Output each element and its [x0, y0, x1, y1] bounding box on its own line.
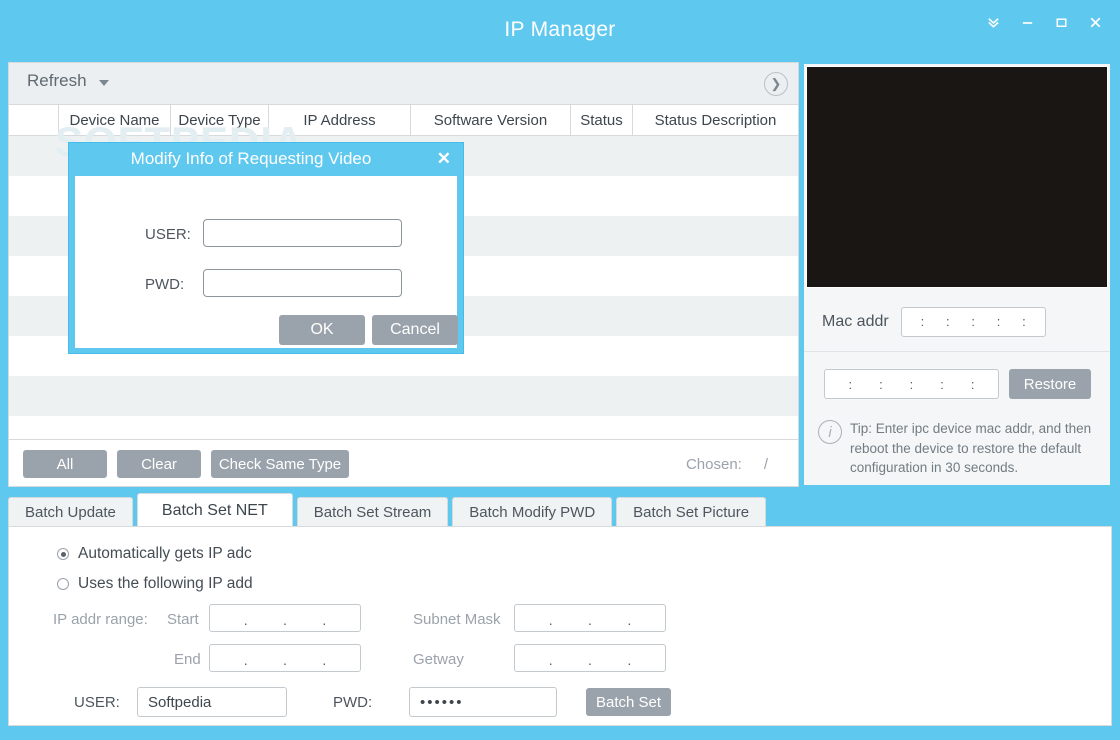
refresh-button[interactable]: Refresh — [27, 71, 109, 91]
video-preview[interactable] — [806, 66, 1108, 288]
batch-set-net-pane: Automatically gets IP adc Uses the follo… — [8, 526, 1112, 726]
pwd-input[interactable]: •••••• — [409, 687, 557, 717]
dialog-pwd-label: PWD: — [145, 276, 185, 293]
subnet-mask-label: Subnet Mask — [413, 611, 501, 628]
radio-auto-ip-label: Automatically gets IP adc — [78, 545, 252, 562]
maximize-icon[interactable] — [1044, 8, 1078, 36]
radio-auto-ip-row[interactable]: Automatically gets IP adc — [57, 545, 252, 563]
toolbar: Refresh ❯ — [9, 63, 798, 105]
restore-button[interactable]: Restore — [1009, 369, 1091, 399]
user-label: USER: — [74, 694, 120, 711]
window-controls — [976, 8, 1112, 36]
dialog-pwd-input[interactable] — [203, 269, 402, 297]
mac-separator: : — [945, 314, 950, 329]
tip-text: Tip: Enter ipc device mac addr, and then… — [850, 421, 1092, 476]
mac-separator: : — [940, 376, 944, 392]
collapse-icon[interactable] — [976, 8, 1010, 36]
ip-range-label: IP addr range: — [53, 611, 148, 628]
table-row[interactable] — [9, 416, 798, 439]
page-title: IP Manager — [504, 18, 616, 41]
radio-static-ip-label: Uses the following IP add — [78, 575, 253, 592]
selection-bar: All Clear Check Same Type Chosen: / — [9, 439, 798, 486]
column-header-device-type[interactable]: Device Type — [171, 105, 269, 136]
column-header-status-description[interactable]: Status Description — [633, 105, 798, 136]
tab-batch-set-net[interactable]: Batch Set NET — [136, 493, 293, 527]
device-detail-panel: Mac addr : : : : : : : : : : Restore i T… — [802, 62, 1112, 487]
tab-batch-modify-pwd[interactable]: Batch Modify PWD — [452, 497, 613, 527]
mac-separator: : — [970, 376, 975, 392]
mac-separator: : — [920, 314, 925, 329]
info-icon: i — [818, 420, 842, 444]
column-header-checkbox[interactable] — [9, 105, 59, 136]
pwd-label: PWD: — [333, 694, 373, 711]
user-input[interactable]: Softpedia — [137, 687, 287, 717]
select-all-button[interactable]: All — [23, 450, 107, 478]
column-header-software-version[interactable]: Software Version — [411, 105, 571, 136]
ok-button[interactable]: OK — [279, 315, 365, 345]
mac-addr-input[interactable]: : : : : : — [900, 306, 1046, 337]
radio-static-ip[interactable] — [57, 578, 69, 590]
clear-selection-button[interactable]: Clear — [117, 450, 201, 478]
ip-start-input[interactable]: . . . — [209, 604, 361, 632]
table-row[interactable] — [9, 376, 798, 416]
dialog-title: Modify Info of Requesting Video — [130, 149, 372, 168]
restore-mac-input[interactable]: : : : : : — [824, 369, 999, 399]
ip-manager-window: IP Manager Refresh ❯ Device Name Device … — [0, 0, 1120, 740]
mac-separator: : — [909, 376, 914, 392]
radio-static-ip-row[interactable]: Uses the following IP add — [57, 575, 253, 593]
chevron-down-icon[interactable] — [98, 79, 109, 86]
mac-addr-row: Mac addr : : : : : — [804, 292, 1110, 352]
start-label: Start — [167, 611, 199, 628]
check-same-type-button[interactable]: Check Same Type — [211, 450, 349, 478]
dialog-user-label: USER: — [145, 226, 191, 243]
cancel-button[interactable]: Cancel — [372, 315, 458, 345]
tab-batch-set-picture[interactable]: Batch Set Picture — [616, 497, 767, 527]
ip-end-input[interactable]: . . . — [209, 644, 361, 672]
batch-set-button[interactable]: Batch Set — [586, 688, 671, 716]
column-header-status[interactable]: Status — [571, 105, 633, 136]
getway-label: Getway — [413, 651, 464, 668]
mac-separator: : — [971, 314, 975, 329]
subnet-mask-input[interactable]: . . . — [514, 604, 666, 632]
mac-separator: : — [1022, 314, 1026, 329]
tab-batch-update[interactable]: Batch Update — [8, 497, 133, 527]
mac-separator: : — [996, 314, 1001, 329]
column-header-ip-address[interactable]: IP Address — [269, 105, 411, 136]
chevron-right-circle-icon[interactable]: ❯ — [764, 72, 788, 96]
chosen-count: Chosen: / — [686, 456, 768, 473]
mac-addr-label: Mac addr — [822, 312, 889, 330]
close-icon[interactable]: ✕ — [437, 150, 451, 167]
chosen-label: Chosen: — [685, 456, 742, 473]
end-label: End — [174, 651, 201, 668]
chosen-separator: / — [763, 456, 768, 473]
dialog-body: USER: PWD: OK Cancel — [75, 176, 458, 348]
dialog-user-input[interactable] — [203, 219, 402, 247]
dialog-header: Modify Info of Requesting Video ✕ — [69, 143, 463, 176]
modify-info-dialog: Modify Info of Requesting Video ✕ USER: … — [68, 142, 464, 354]
title-bar: IP Manager — [0, 0, 1120, 58]
restore-row: : : : : : Restore — [804, 364, 1110, 404]
refresh-label: Refresh — [27, 71, 87, 90]
close-icon[interactable] — [1078, 8, 1112, 36]
minimize-icon[interactable] — [1010, 8, 1044, 36]
mac-separator: : — [848, 376, 853, 392]
getway-input[interactable]: . . . — [514, 644, 666, 672]
tab-batch-set-stream[interactable]: Batch Set Stream — [296, 497, 449, 527]
column-header-device-name[interactable]: Device Name — [59, 105, 171, 136]
restore-tip: i Tip: Enter ipc device mac addr, and th… — [818, 419, 1103, 478]
batch-tabs: Batch Update Batch Set NET Batch Set Str… — [8, 493, 1112, 527]
mac-separator: : — [879, 376, 883, 392]
radio-auto-ip[interactable] — [57, 548, 69, 560]
table-header: Device Name Device Type IP Address Softw… — [9, 105, 798, 136]
